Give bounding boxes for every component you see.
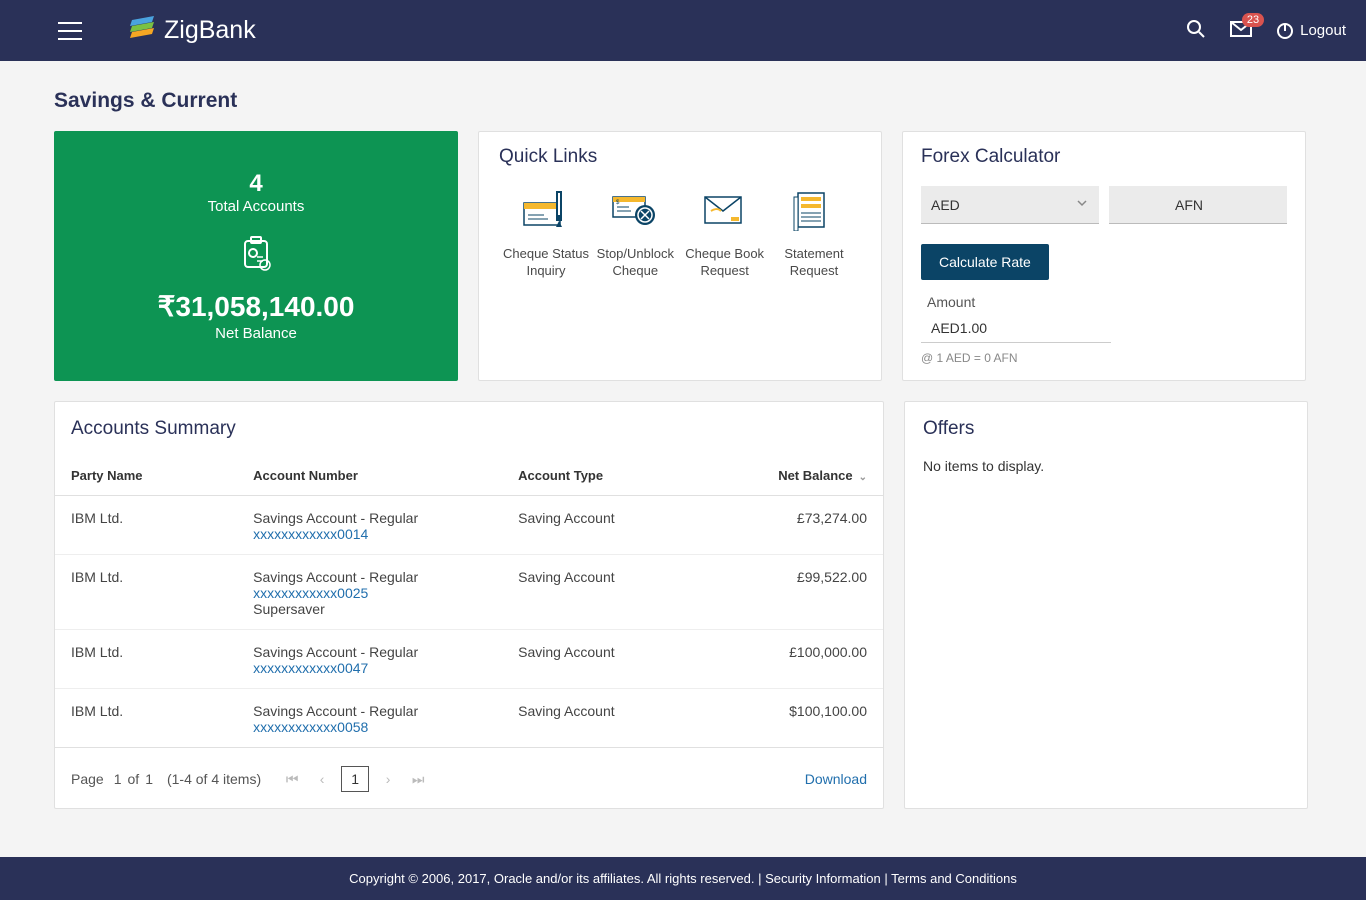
statement-icon <box>771 186 857 234</box>
brand-name: ZigBank <box>164 16 256 45</box>
net-balance-label: Net Balance <box>215 325 297 342</box>
accounts-table: Party Name Account Number Account Type N… <box>55 458 883 748</box>
rate-text: @ 1 AED = 0 AFN <box>921 351 1287 365</box>
sort-chevron-icon: ⌄ <box>859 472 867 483</box>
table-row: IBM Ltd.Savings Account - Regularxxxxxxx… <box>55 689 883 748</box>
accounts-title: Accounts Summary <box>55 418 883 440</box>
logo-icon <box>130 16 156 45</box>
cell-type: Saving Account <box>502 496 701 555</box>
chevron-down-icon <box>1075 196 1089 213</box>
page-range: (1-4 of 4 items) <box>167 771 261 787</box>
col-type[interactable]: Account Type <box>502 458 701 496</box>
pager: Page 1 of 1 (1-4 of 4 items) ⏮ ‹ 1 › ⏭ D… <box>55 748 883 792</box>
page-of: of <box>128 771 140 787</box>
page-current: 1 <box>114 771 122 787</box>
account-number-link[interactable]: xxxxxxxxxxxx0058 <box>253 719 486 735</box>
cell-type: Saving Account <box>502 555 701 630</box>
col-party[interactable]: Party Name <box>55 458 237 496</box>
account-number-link[interactable]: xxxxxxxxxxxx0025 <box>253 585 486 601</box>
brand-logo[interactable]: ZigBank <box>130 16 256 45</box>
power-icon <box>1276 22 1294 40</box>
cell-balance: £100,000.00 <box>701 630 883 689</box>
ql-label: Stop/Unblock Cheque <box>592 246 678 280</box>
col-number[interactable]: Account Number <box>237 458 502 496</box>
cell-balance: £73,274.00 <box>701 496 883 555</box>
download-link[interactable]: Download <box>805 771 867 787</box>
offers-card: Offers No items to display. <box>904 401 1308 809</box>
account-number-link[interactable]: xxxxxxxxxxxx0047 <box>253 660 486 676</box>
total-accounts-label: Total Accounts <box>208 198 305 215</box>
calculate-rate-button[interactable]: Calculate Rate <box>921 244 1049 280</box>
logout-label: Logout <box>1300 22 1346 39</box>
cell-account: Savings Account - Regularxxxxxxxxxxxx002… <box>237 555 502 630</box>
cell-balance: $100,100.00 <box>701 689 883 748</box>
footer-terms-link[interactable]: Terms and Conditions <box>891 871 1017 886</box>
menu-icon[interactable] <box>58 22 82 40</box>
pager-last-icon[interactable]: ⏭ <box>407 768 429 790</box>
pager-first-icon[interactable]: ⏮ <box>281 768 303 790</box>
cell-account: Savings Account - Regularxxxxxxxxxxxx001… <box>237 496 502 555</box>
cell-type: Saving Account <box>502 689 701 748</box>
forex-title: Forex Calculator <box>921 146 1287 168</box>
cheque-status-icon <box>503 186 589 234</box>
table-row: IBM Ltd.Savings Account - Regularxxxxxxx… <box>55 496 883 555</box>
quick-links-card: Quick Links Cheque Status Inquiry $ Stop… <box>478 131 882 381</box>
quick-link-statement[interactable]: Statement Request <box>771 186 857 280</box>
pager-page-1[interactable]: 1 <box>341 766 369 792</box>
ql-label: Statement Request <box>771 246 857 280</box>
ql-label: Cheque Book Request <box>682 246 768 280</box>
mail-icon[interactable]: 23 <box>1230 21 1252 40</box>
cell-party: IBM Ltd. <box>55 689 237 748</box>
cheque-book-icon <box>682 186 768 234</box>
footer: Copyright © 2006, 2017, Oracle and/or it… <box>0 857 1366 900</box>
table-row: IBM Ltd.Savings Account - Regularxxxxxxx… <box>55 555 883 630</box>
cell-party: IBM Ltd. <box>55 630 237 689</box>
footer-sep: | <box>884 871 891 886</box>
quick-link-cheque-book[interactable]: Cheque Book Request <box>682 186 768 280</box>
offers-empty-text: No items to display. <box>923 458 1289 474</box>
quick-link-stop-unblock[interactable]: $ Stop/Unblock Cheque <box>592 186 678 280</box>
summary-icon <box>235 231 277 276</box>
pager-next-icon[interactable]: › <box>377 768 399 790</box>
summary-card: 4 Total Accounts ₹31,058,140.00 Net Bala… <box>54 131 458 381</box>
logout-button[interactable]: Logout <box>1276 22 1346 40</box>
page-title: Savings & Current <box>54 89 1312 113</box>
page-total: 1 <box>145 771 153 787</box>
stop-unblock-icon: $ <box>592 186 678 234</box>
forex-to-select[interactable]: AFN <box>1109 186 1287 224</box>
amount-label: Amount <box>927 294 1287 310</box>
account-number-link[interactable]: xxxxxxxxxxxx0014 <box>253 526 486 542</box>
table-row: IBM Ltd.Savings Account - Regularxxxxxxx… <box>55 630 883 689</box>
cell-type: Saving Account <box>502 630 701 689</box>
amount-value[interactable]: AED1.00 <box>921 316 1111 343</box>
forex-card: Forex Calculator AED AFN Calculate Rate … <box>902 131 1306 381</box>
cell-balance: £99,522.00 <box>701 555 883 630</box>
cell-account: Savings Account - Regularxxxxxxxxxxxx004… <box>237 630 502 689</box>
cell-party: IBM Ltd. <box>55 496 237 555</box>
notification-badge: 23 <box>1242 13 1264 27</box>
forex-to-value: AFN <box>1175 197 1203 213</box>
footer-copyright: Copyright © 2006, 2017, Oracle and/or it… <box>349 871 765 886</box>
forex-from-select[interactable]: AED <box>921 186 1099 224</box>
search-icon[interactable] <box>1186 19 1206 42</box>
net-balance-value: ₹31,058,140.00 <box>158 290 355 323</box>
topbar: ZigBank 23 Logout <box>0 0 1366 61</box>
page-label: Page <box>71 771 104 787</box>
quick-link-cheque-status[interactable]: Cheque Status Inquiry <box>503 186 589 280</box>
cell-account: Savings Account - Regularxxxxxxxxxxxx005… <box>237 689 502 748</box>
footer-security-link[interactable]: Security Information <box>765 871 881 886</box>
quick-links-title: Quick Links <box>499 146 861 168</box>
col-balance[interactable]: Net Balance⌄ <box>701 458 883 496</box>
offers-title: Offers <box>923 418 1289 440</box>
total-accounts-count: 4 <box>249 170 262 198</box>
ql-label: Cheque Status Inquiry <box>503 246 589 280</box>
forex-from-value: AED <box>931 197 960 213</box>
pager-prev-icon[interactable]: ‹ <box>311 768 333 790</box>
accounts-summary-card: Accounts Summary Party Name Account Numb… <box>54 401 884 809</box>
cell-party: IBM Ltd. <box>55 555 237 630</box>
